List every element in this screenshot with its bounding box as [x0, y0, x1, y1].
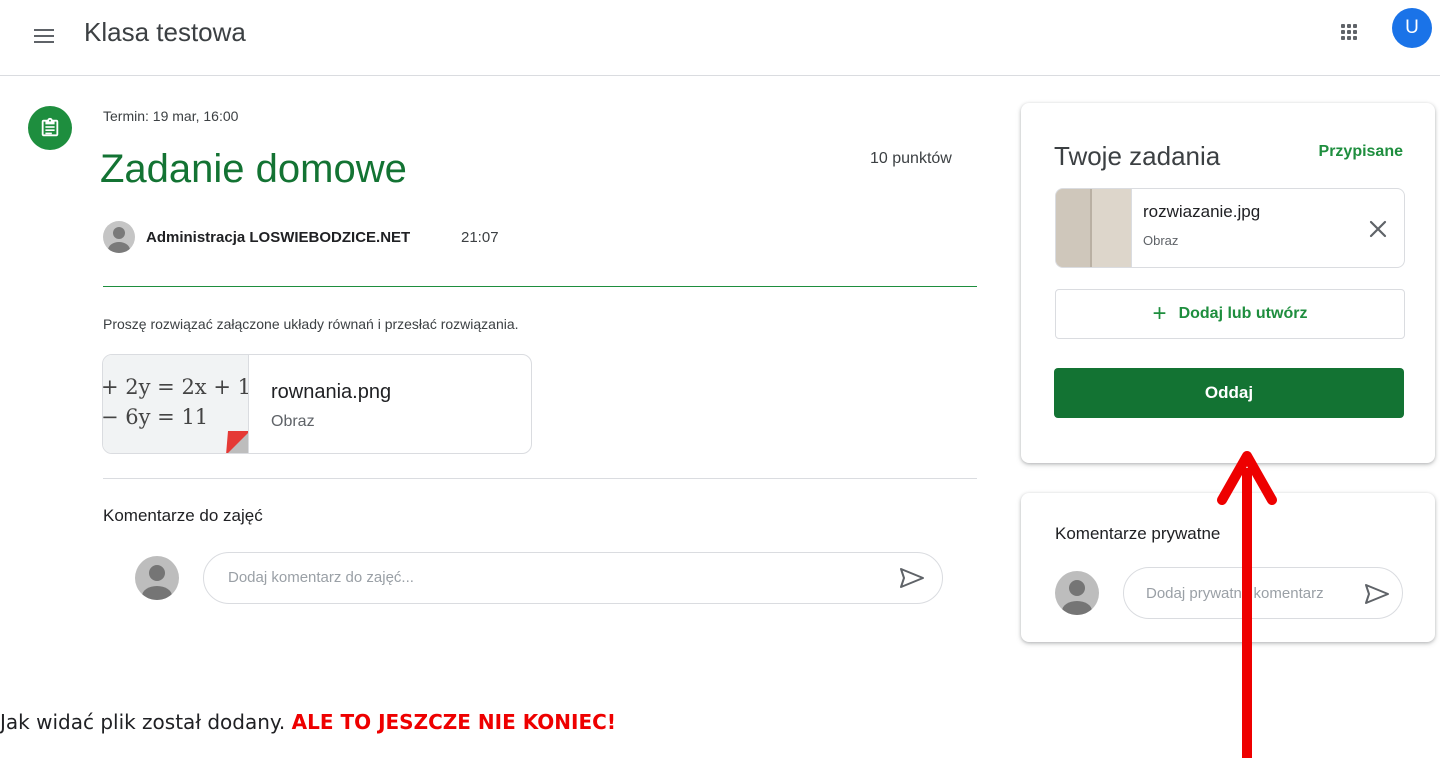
attachment-thumbnail: + 2y = 2x + 1 − 6y = 11: [103, 355, 249, 453]
attachment-card[interactable]: + 2y = 2x + 1 − 6y = 11 rownania.png Obr…: [102, 354, 532, 454]
assignment-title: Zadanie domowe: [100, 147, 407, 191]
status-badge: Przypisane: [1318, 143, 1403, 160]
add-or-create-button[interactable]: + Dodaj lub utwórz: [1055, 289, 1405, 339]
caption-text: Jak widać plik został dodany.: [0, 710, 286, 734]
private-comment-placeholder: Dodaj prywatny komentarz: [1146, 585, 1324, 602]
private-comments-card: Komentarze prywatne Dodaj prywatny komen…: [1021, 493, 1435, 642]
class-comment-placeholder: Dodaj komentarz do zajęć...: [228, 569, 414, 586]
due-date: Termin: 19 mar, 16:00: [103, 108, 239, 124]
image-file-corner-icon: [226, 431, 248, 453]
file-thumbnail: [1056, 189, 1132, 267]
plus-icon: +: [1152, 300, 1167, 327]
attachment-name: rownania.png: [271, 381, 392, 403]
file-type: Obraz: [1143, 233, 1179, 248]
user-avatar: [1055, 571, 1099, 615]
add-or-create-label: Dodaj lub utwórz: [1178, 305, 1308, 322]
private-comment-input[interactable]: Dodaj prywatny komentarz: [1123, 567, 1403, 619]
account-avatar[interactable]: U: [1392, 8, 1432, 48]
your-work-card: Twoje zadania Przypisane rozwiazanie.jpg…: [1021, 103, 1435, 463]
class-title[interactable]: Klasa testowa: [84, 17, 246, 48]
author-avatar: [103, 221, 135, 253]
user-avatar: [135, 556, 179, 600]
assignment-instructions: Proszę rozwiązać załączone układy równań…: [103, 316, 519, 332]
remove-file-icon[interactable]: [1366, 217, 1390, 241]
assignment-icon: [28, 106, 72, 150]
thumbnail-equation-2: − 6y = 11: [103, 405, 209, 429]
send-icon[interactable]: [1364, 583, 1390, 605]
top-bar: Klasa testowa U: [0, 0, 1440, 76]
author-name: Administracja LOSWIEBODZICE.NET: [146, 229, 411, 246]
divider: [103, 286, 977, 287]
class-comments-heading: Komentarze do zajęć: [103, 506, 263, 525]
submit-button[interactable]: Oddaj: [1054, 368, 1404, 418]
caption-warning: ALE TO JESZCZE NIE KONIEC!: [291, 710, 616, 734]
divider: [103, 478, 977, 479]
send-icon[interactable]: [899, 567, 925, 589]
thumbnail-equation-1: + 2y = 2x + 1: [103, 375, 249, 399]
class-comment-input[interactable]: Dodaj komentarz do zajęć...: [203, 552, 943, 604]
caption: Jak widać plik został dodany. ALE TO JES…: [0, 710, 616, 734]
your-work-title: Twoje zadania: [1054, 141, 1221, 171]
private-comments-heading: Komentarze prywatne: [1055, 524, 1221, 543]
points-value: 10 punktów: [870, 150, 952, 167]
attachment-type: Obraz: [271, 413, 315, 430]
post-time: 21:07: [461, 229, 499, 246]
file-name: rozwiazanie.jpg: [1143, 202, 1261, 221]
hamburger-menu-icon[interactable]: [32, 24, 56, 48]
apps-grid-icon[interactable]: [1339, 22, 1359, 42]
submitted-file[interactable]: rozwiazanie.jpg Obraz: [1055, 188, 1405, 268]
